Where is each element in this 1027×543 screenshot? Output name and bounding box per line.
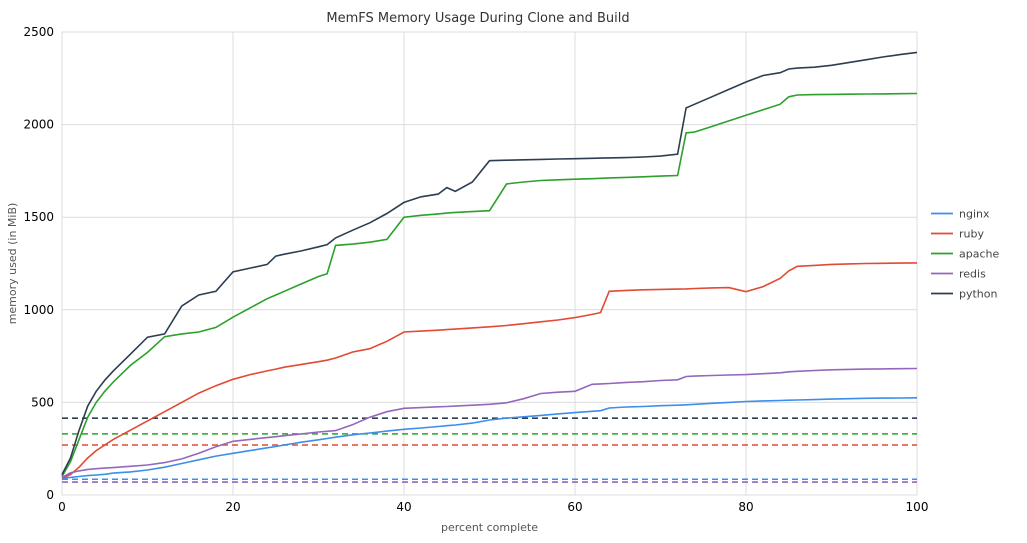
x-tick-label: 20 (225, 500, 240, 514)
y-tick-label: 0 (46, 488, 54, 502)
legend-item-apache: apache (931, 248, 999, 261)
y-tick-label: 1500 (23, 210, 54, 224)
x-tick-label: 100 (906, 500, 929, 514)
x-tick-label: 80 (738, 500, 753, 514)
legend-label: redis (959, 268, 986, 281)
legend-item-ruby: ruby (931, 228, 984, 241)
x-tick-label: 0 (58, 500, 66, 514)
plot-area: 02040608010005001000150020002500 (23, 25, 928, 514)
y-tick-label: 2000 (23, 118, 54, 132)
y-tick-label: 1000 (23, 303, 54, 317)
legend-label: apache (959, 248, 999, 261)
y-axis-label: memory used (in MiB) (6, 203, 19, 325)
legend-item-nginx: nginx (931, 208, 990, 221)
x-tick-label: 40 (396, 500, 411, 514)
chart-title: MemFS Memory Usage During Clone and Buil… (326, 11, 629, 26)
chart-container: MemFS Memory Usage During Clone and Buil… (0, 0, 1027, 543)
x-tick-label: 60 (567, 500, 582, 514)
legend-label: python (959, 288, 998, 301)
chart-svg: MemFS Memory Usage During Clone and Buil… (0, 0, 1027, 543)
legend-label: ruby (959, 228, 984, 241)
legend-label: nginx (959, 208, 990, 221)
x-axis-label: percent complete (441, 521, 538, 534)
legend-item-python: python (931, 288, 998, 301)
legend-item-redis: redis (931, 268, 986, 281)
y-tick-label: 2500 (23, 25, 54, 39)
legend: nginx ruby apache redis python (931, 208, 999, 301)
y-tick-label: 500 (31, 395, 54, 409)
